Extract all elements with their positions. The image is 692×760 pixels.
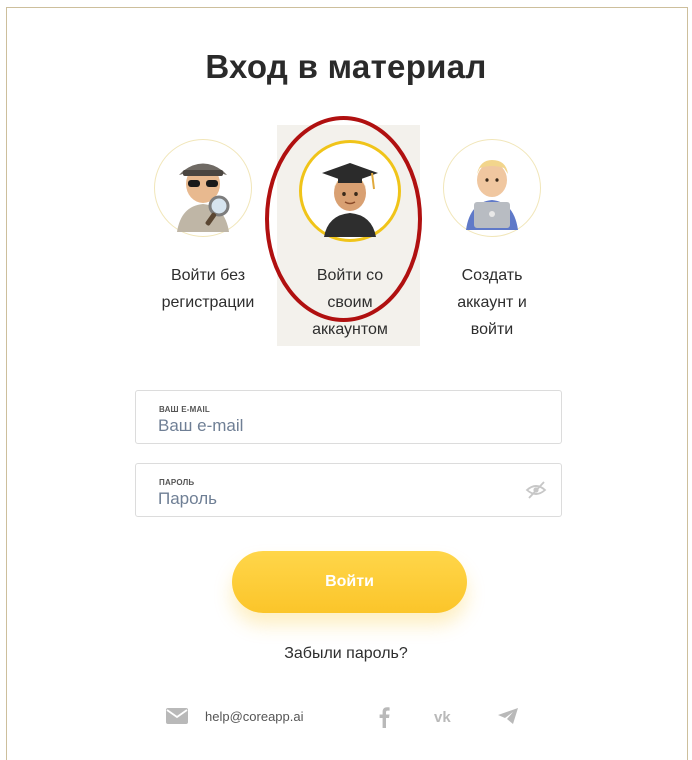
option-guest-label: Войти без регистрации bbox=[161, 267, 255, 311]
svg-text:vk: vk bbox=[434, 709, 451, 723]
support-email-link[interactable]: help@coreapp.ai bbox=[205, 709, 303, 724]
laptop-user-icon[interactable] bbox=[443, 139, 541, 237]
password-input[interactable] bbox=[158, 487, 498, 511]
mail-icon[interactable] bbox=[166, 708, 188, 729]
email-field[interactable]: ВАШ E-MAIL bbox=[135, 390, 562, 444]
password-field-label: ПАРОЛЬ bbox=[159, 478, 195, 487]
vk-icon[interactable]: vk bbox=[434, 709, 456, 728]
graduate-icon[interactable] bbox=[299, 140, 401, 242]
option-register-label: Создать аккаунт и войти bbox=[457, 267, 527, 338]
spy-icon[interactable] bbox=[154, 139, 252, 237]
facebook-icon[interactable] bbox=[378, 706, 390, 733]
telegram-icon[interactable] bbox=[497, 707, 519, 730]
email-input[interactable] bbox=[158, 414, 498, 438]
login-button[interactable]: Войти bbox=[232, 551, 467, 613]
hide-password-icon[interactable] bbox=[525, 480, 547, 500]
page-title: Вход в материал bbox=[205, 48, 487, 85]
option-login-label: Войти со своим аккаунтом bbox=[312, 267, 388, 338]
email-field-label: ВАШ E-MAIL bbox=[159, 405, 210, 414]
forgot-password-link[interactable]: Забыли пароль? bbox=[0, 645, 692, 663]
password-field[interactable]: ПАРОЛЬ bbox=[135, 463, 562, 517]
